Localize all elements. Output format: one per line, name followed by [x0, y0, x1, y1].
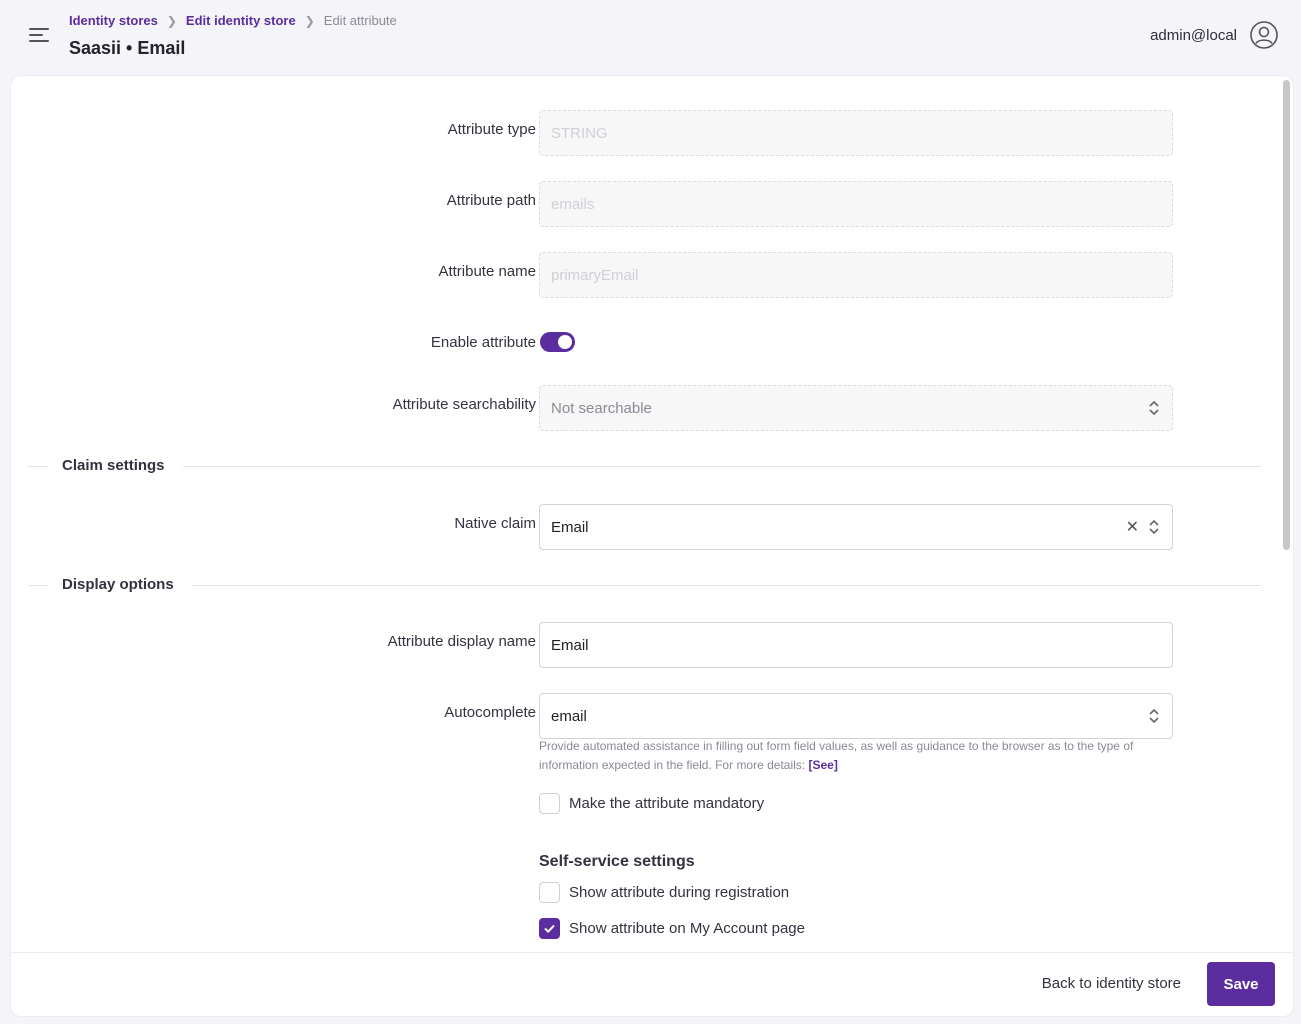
attribute-path-field: emails: [539, 181, 1173, 227]
native-claim-label: Native claim: [454, 515, 536, 532]
attribute-path-value: emails: [551, 195, 595, 213]
self-service-title: Self-service settings: [539, 853, 695, 870]
show-registration-row[interactable]: Show attribute during registration: [539, 882, 789, 903]
attribute-name-value: primaryEmail: [551, 266, 639, 284]
display-name-value[interactable]: Email: [551, 637, 1161, 654]
user-menu[interactable]: admin@local: [1150, 20, 1279, 50]
user-circle-icon[interactable]: [1249, 20, 1279, 50]
updown-chevron-icon[interactable]: [1147, 707, 1161, 725]
updown-chevron-icon[interactable]: [1147, 518, 1161, 536]
attribute-name-label: Attribute name: [438, 263, 536, 280]
autocomplete-see-link[interactable]: [See]: [808, 758, 837, 772]
native-claim-select[interactable]: Email ✕: [539, 504, 1173, 550]
breadcrumb-edit-attribute: Edit attribute: [323, 13, 397, 28]
autocomplete-label: Autocomplete: [444, 704, 536, 721]
checkmark-icon: [544, 924, 555, 934]
edit-attribute-card: Attribute type STRING Attribute path ema…: [11, 76, 1293, 1016]
native-claim-value: Email: [551, 518, 589, 536]
enable-attribute-label: Enable attribute: [430, 334, 536, 351]
breadcrumb: Identity stores ❯ Edit identity store ❯ …: [69, 13, 397, 28]
attribute-type-field: STRING: [539, 110, 1173, 156]
display-name-input[interactable]: Email: [539, 622, 1173, 668]
claim-settings-section: Claim settings: [28, 457, 1261, 477]
searchability-label: Attribute searchability: [392, 396, 536, 413]
show-registration-label: Show attribute during registration: [569, 884, 790, 901]
show-my-account-checkbox[interactable]: [539, 918, 560, 939]
updown-chevron-icon: [1149, 400, 1159, 416]
scrollbar[interactable]: [1283, 80, 1290, 550]
save-button[interactable]: Save: [1207, 962, 1275, 1006]
show-my-account-label: Show attribute on My Account page: [569, 920, 805, 937]
display-options-title: Display options: [62, 576, 192, 593]
breadcrumb-edit-identity-store[interactable]: Edit identity store: [186, 13, 296, 28]
chevron-right-icon: ❯: [304, 13, 315, 28]
mandatory-checkbox[interactable]: [539, 793, 560, 814]
autocomplete-select[interactable]: email: [539, 693, 1173, 739]
searchability-select: Not searchable: [539, 385, 1173, 431]
breadcrumb-identity-stores[interactable]: Identity stores: [69, 13, 158, 28]
display-name-label: Attribute display name: [387, 633, 536, 650]
show-my-account-row[interactable]: Show attribute on My Account page: [539, 918, 805, 939]
mandatory-checkbox-row[interactable]: Make the attribute mandatory: [539, 793, 764, 814]
searchability-value: Not searchable: [551, 399, 652, 417]
form-footer: Back to identity store Save: [11, 952, 1293, 1016]
top-bar: Identity stores ❯ Edit identity store ❯ …: [0, 0, 1301, 76]
attribute-name-field: primaryEmail: [539, 252, 1173, 298]
show-registration-checkbox[interactable]: [539, 882, 560, 903]
display-options-section: Display options: [28, 576, 1261, 596]
user-name[interactable]: admin@local: [1150, 27, 1237, 44]
enable-attribute-toggle[interactable]: [540, 332, 575, 352]
attribute-type-label: Attribute type: [447, 121, 536, 138]
mandatory-label: Make the attribute mandatory: [569, 795, 765, 812]
clear-icon[interactable]: ✕: [1126, 517, 1139, 537]
attribute-type-value: STRING: [551, 124, 608, 142]
autocomplete-help: Provide automated assistance in filling …: [539, 737, 1179, 775]
claim-settings-title: Claim settings: [62, 457, 183, 474]
back-to-identity-store-button[interactable]: Back to identity store: [1042, 975, 1181, 992]
chevron-right-icon: ❯: [166, 13, 177, 28]
autocomplete-value: email: [551, 707, 587, 725]
attribute-path-label: Attribute path: [446, 192, 536, 209]
page-title: Saasii • Email: [69, 38, 186, 58]
menu-icon[interactable]: [29, 27, 51, 45]
